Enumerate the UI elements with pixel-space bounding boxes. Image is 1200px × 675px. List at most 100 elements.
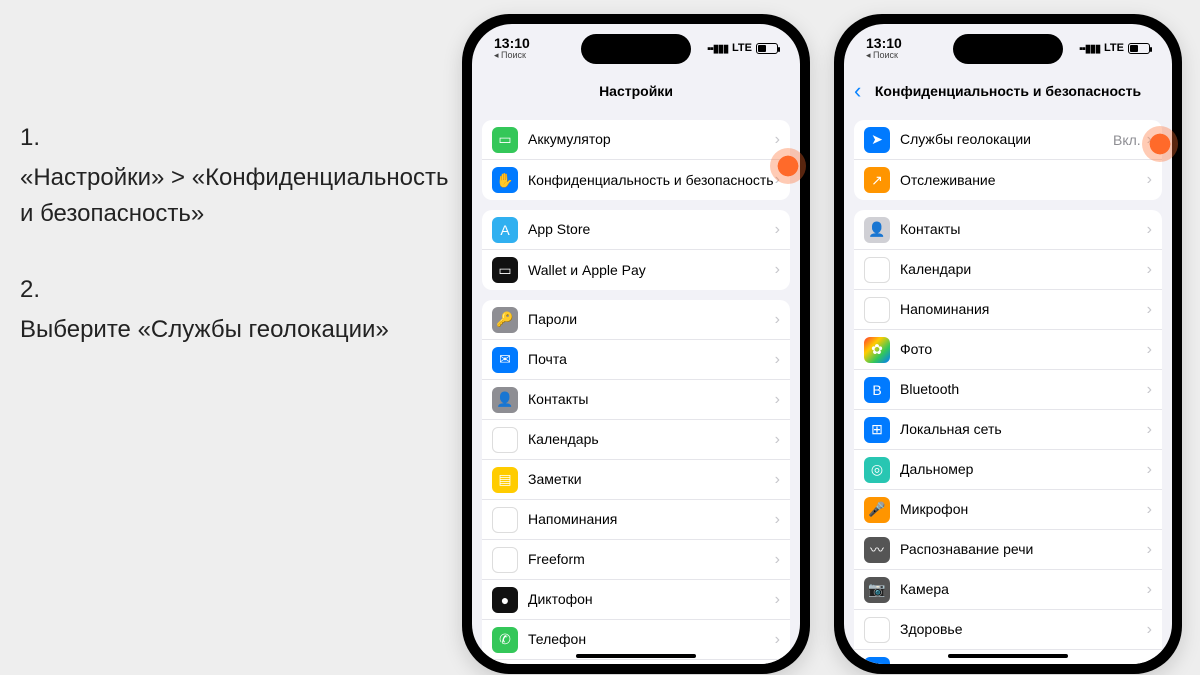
- row-label: Фото: [900, 341, 1147, 357]
- row-label: Отслеживание: [900, 172, 1147, 188]
- settings-row[interactable]: ⋮Напоминания›: [854, 290, 1162, 330]
- row-icon: ⋮: [492, 507, 518, 533]
- chevron-right-icon: ›: [775, 551, 780, 569]
- settings-group: ▭Аккумулятор›✋Конфиденциальность и безоп…: [482, 120, 790, 200]
- settings-row[interactable]: ➤Службы геолокацииВкл.›: [854, 120, 1162, 160]
- chevron-right-icon: ›: [775, 261, 780, 279]
- settings-row[interactable]: 🎤Микрофон›: [854, 490, 1162, 530]
- row-icon: 👤: [864, 217, 890, 243]
- network-label: LTE: [1104, 42, 1124, 54]
- settings-row[interactable]: ◎Дальномер›: [854, 450, 1162, 490]
- chevron-right-icon: ›: [775, 311, 780, 329]
- row-icon: 🎤: [864, 497, 890, 523]
- chevron-right-icon: ›: [1147, 461, 1152, 479]
- row-label: Календари: [900, 261, 1147, 277]
- page-title: Конфиденциальность и безопасность: [875, 83, 1141, 99]
- row-icon: ▭: [492, 257, 518, 283]
- row-icon: ↗: [864, 167, 890, 193]
- settings-row[interactable]: ▦Календари›: [854, 250, 1162, 290]
- status-breadcrumb[interactable]: ◂ Поиск: [494, 51, 526, 60]
- chevron-right-icon: ›: [775, 591, 780, 609]
- settings-row[interactable]: A App Store›: [482, 210, 790, 250]
- row-icon: ✿: [864, 337, 890, 363]
- settings-row[interactable]: ♥Здоровье›: [854, 610, 1162, 650]
- row-label: Распознавание речи: [900, 541, 1147, 557]
- chevron-right-icon: ›: [1147, 341, 1152, 359]
- row-label: Bluetooth: [900, 381, 1147, 397]
- row-label: Почта: [528, 351, 775, 367]
- chevron-right-icon: ›: [1147, 261, 1152, 279]
- settings-group: ➤Службы геолокацииВкл.› ↗ Отслеживание ›: [854, 120, 1162, 200]
- home-indicator[interactable]: [948, 654, 1068, 658]
- step2-text: Выберите «Службы геолокации»: [20, 312, 450, 348]
- settings-row[interactable]: ✉Почта›: [482, 340, 790, 380]
- settings-row[interactable]: 🔑Пароли›: [482, 300, 790, 340]
- row-icon: A: [492, 217, 518, 243]
- settings-row[interactable]: 👤Контакты›: [854, 210, 1162, 250]
- settings-row[interactable]: 💬Сообщения›: [482, 660, 790, 664]
- row-label: Данные датчиков и использования: [900, 661, 1147, 664]
- row-label: Контакты: [528, 391, 775, 407]
- chevron-right-icon: ›: [1147, 661, 1152, 665]
- signal-icon: ▪▪▮▮▮: [1079, 42, 1100, 55]
- row-icon: ≡: [864, 657, 890, 665]
- settings-row[interactable]: ✿ Фото›: [854, 330, 1162, 370]
- privacy-list[interactable]: ➤Службы геолокацииВкл.› ↗ Отслеживание › 👤 Ко…: [844, 110, 1172, 664]
- settings-row[interactable]: ↗Отслеживание›: [854, 160, 1162, 200]
- settings-row[interactable]: ✋Конфиденциальность и безопасность›: [482, 160, 790, 200]
- row-icon: 〰: [864, 537, 890, 563]
- back-chevron-icon[interactable]: ‹: [854, 78, 861, 104]
- chevron-right-icon: ›: [775, 221, 780, 239]
- chevron-right-icon: ›: [775, 431, 780, 449]
- settings-row[interactable]: ● Диктофон›: [482, 580, 790, 620]
- settings-row[interactable]: ⋮Напоминания›: [482, 500, 790, 540]
- row-label: Диктофон: [528, 591, 775, 607]
- nav-bar: Настройки: [472, 72, 800, 110]
- settings-row[interactable]: 〰 Распознавание речи›: [854, 530, 1162, 570]
- row-label: Конфиденциальность и безопасность: [528, 172, 775, 188]
- status-breadcrumb[interactable]: ◂ Поиск: [866, 51, 898, 60]
- status-time: 13:10: [866, 36, 902, 51]
- signal-icon: ▪▪▮▮▮: [707, 42, 728, 55]
- chevron-right-icon: ›: [1147, 541, 1152, 559]
- step1-text: «Настройки» > «Конфиденциальность и безо…: [20, 160, 450, 232]
- row-label: Микрофон: [900, 501, 1147, 517]
- row-label: Контакты: [900, 221, 1147, 237]
- row-icon: ●: [492, 587, 518, 613]
- row-icon: 👤: [492, 387, 518, 413]
- settings-row[interactable]: 〰Freeform›: [482, 540, 790, 580]
- settings-row[interactable]: ⊞Локальная сеть›: [854, 410, 1162, 450]
- row-label: App Store: [528, 221, 775, 237]
- settings-row[interactable]: ▦ Календарь›: [482, 420, 790, 460]
- chevron-right-icon: ›: [1147, 131, 1152, 149]
- row-label: Календарь: [528, 431, 775, 447]
- settings-row[interactable]: ▭Wallet и Apple Pay›: [482, 250, 790, 290]
- row-icon: ▦: [492, 427, 518, 453]
- home-indicator[interactable]: [576, 654, 696, 658]
- row-label: Дальномер: [900, 461, 1147, 477]
- step2-number: 2.: [20, 272, 450, 308]
- chevron-right-icon: ›: [775, 131, 780, 149]
- chevron-right-icon: ›: [775, 391, 780, 409]
- row-icon: ⋮: [864, 297, 890, 323]
- phone-right: 13:10 ◂ Поиск ▪▪▮▮▮ LTE ‹ Конфиденциальн…: [834, 14, 1182, 674]
- chevron-right-icon: ›: [775, 351, 780, 369]
- settings-row[interactable]: BBluetooth›: [854, 370, 1162, 410]
- chevron-right-icon: ›: [775, 511, 780, 529]
- row-label: Заметки: [528, 471, 775, 487]
- nav-bar: ‹ Конфиденциальность и безопасность: [844, 72, 1172, 110]
- row-label: Камера: [900, 581, 1147, 597]
- settings-list[interactable]: ▭Аккумулятор›✋Конфиденциальность и безоп…: [472, 110, 800, 664]
- settings-row[interactable]: 📷Камера›: [854, 570, 1162, 610]
- settings-row[interactable]: 👤 Контакты›: [482, 380, 790, 420]
- chevron-right-icon: ›: [775, 171, 780, 189]
- settings-row[interactable]: ▤Заметки›: [482, 460, 790, 500]
- chevron-right-icon: ›: [1147, 381, 1152, 399]
- row-label: Телефон: [528, 631, 775, 647]
- row-icon: ➤: [864, 127, 890, 153]
- row-icon: ⊞: [864, 417, 890, 443]
- dynamic-island: [581, 34, 691, 64]
- settings-row[interactable]: ▭Аккумулятор›: [482, 120, 790, 160]
- dynamic-island: [953, 34, 1063, 64]
- row-icon: 📷: [864, 577, 890, 603]
